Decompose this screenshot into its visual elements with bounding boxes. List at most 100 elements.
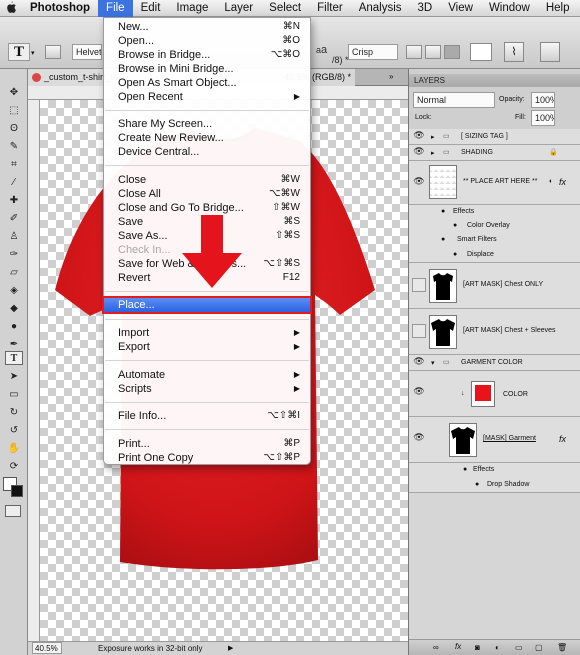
new-group-icon[interactable]: ▭ xyxy=(515,643,523,652)
menu-item-share-screen[interactable]: Share My Screen... xyxy=(104,117,310,131)
effect-row[interactable]: ● Drop Shadow xyxy=(409,477,580,493)
menu-image[interactable]: Image xyxy=(168,0,216,17)
paint-bucket-tool-icon[interactable]: ◈ xyxy=(5,283,23,297)
menu-item-open[interactable]: Open... ⌘O xyxy=(104,34,310,48)
blend-mode-select[interactable]: Normal xyxy=(413,92,495,108)
menu-item-browse-mini-bridge[interactable]: Browse in Mini Bridge... xyxy=(104,62,310,76)
trash-icon[interactable]: 🗑 xyxy=(557,643,567,652)
pen-tool-icon[interactable]: ✒ xyxy=(5,337,23,351)
chevron-down-icon[interactable]: ▾ xyxy=(31,49,35,57)
eye-icon[interactable]: 👁 xyxy=(412,356,426,370)
second-tab-fragment[interactable]: /8) * xyxy=(328,52,408,69)
menu-select[interactable]: Select xyxy=(261,0,309,17)
eye-icon[interactable]: ● xyxy=(475,481,479,488)
eye-icon[interactable]: 👁 xyxy=(412,386,426,400)
menu-item-browse-bridge[interactable]: Browse in Bridge... ⌥⌘O xyxy=(104,48,310,62)
quick-mask-icon[interactable] xyxy=(5,505,21,517)
orientation-toggle-icon[interactable] xyxy=(45,45,61,59)
menu-item-create-review[interactable]: Create New Review... xyxy=(104,131,310,145)
eraser-tool-icon[interactable]: ▱ xyxy=(5,265,23,279)
adjustment-layer-icon[interactable]: ◐ xyxy=(495,643,500,652)
menu-item-place[interactable]: Place... xyxy=(102,296,312,314)
add-mask-icon[interactable]: ◙ xyxy=(475,643,480,652)
menu-window[interactable]: Window xyxy=(481,0,538,17)
eye-icon[interactable]: 👁 xyxy=(412,146,426,160)
clone-stamp-tool-icon[interactable]: ♙ xyxy=(5,229,23,243)
lasso-tool-icon[interactable]: ʘ xyxy=(5,121,23,135)
status-arrow-icon[interactable]: ▶ xyxy=(228,642,233,655)
expand-triangle-icon[interactable]: ▾ xyxy=(431,359,435,367)
menu-filter[interactable]: Filter xyxy=(309,0,351,17)
eye-icon[interactable]: ● xyxy=(441,236,445,243)
menu-item-automate[interactable]: Automate ▶ xyxy=(104,368,310,382)
menu-photoshop[interactable]: Photoshop xyxy=(22,0,98,17)
text-color-swatch[interactable] xyxy=(470,43,492,61)
hand-tool-icon[interactable]: ✋ xyxy=(5,441,23,455)
effects-row[interactable]: ● Effects xyxy=(409,463,580,477)
history-brush-tool-icon[interactable]: ✑ xyxy=(5,247,23,261)
eye-icon[interactable]: ● xyxy=(453,222,457,229)
fx-icon[interactable]: fx xyxy=(559,434,566,444)
menu-item-new[interactable]: New... ⌘N xyxy=(104,20,310,34)
layers-panel-title[interactable]: LAYERS xyxy=(409,74,580,87)
apple-icon[interactable] xyxy=(0,1,22,16)
menu-item-scripts[interactable]: Scripts ▶ xyxy=(104,382,310,396)
menu-item-export[interactable]: Export ▶ xyxy=(104,340,310,354)
character-panel-icon[interactable] xyxy=(540,42,560,62)
eye-icon[interactable]: ● xyxy=(453,251,457,258)
menu-help[interactable]: Help xyxy=(538,0,578,17)
rotate-view-tool-icon[interactable]: ⟳ xyxy=(5,459,23,473)
visibility-box[interactable] xyxy=(412,278,426,292)
eyedropper-tool-icon[interactable]: ⁄ xyxy=(5,175,23,189)
expand-triangle-icon[interactable]: ▸ xyxy=(431,149,435,157)
marquee-tool-icon[interactable]: ⬚ xyxy=(5,103,23,117)
brush-tool-icon[interactable]: ✐ xyxy=(5,211,23,225)
menu-analysis[interactable]: Analysis xyxy=(351,0,410,17)
align-left-icon[interactable] xyxy=(406,45,422,59)
font-family-select[interactable]: Helvetica xyxy=(72,44,102,60)
menu-file[interactable]: File xyxy=(98,0,133,17)
fill-field[interactable]: 100% xyxy=(531,110,555,126)
effects-row[interactable]: ● Effects xyxy=(409,205,580,219)
path-selection-tool-icon[interactable]: ➤ xyxy=(5,369,23,383)
layer-row[interactable]: 👁 ▸ ▭ SHADING 🔒 xyxy=(409,145,580,161)
menu-3d[interactable]: 3D xyxy=(410,0,441,17)
crop-tool-icon[interactable]: ⌗ xyxy=(5,157,23,171)
fx-icon[interactable]: fx xyxy=(559,177,566,187)
healing-brush-tool-icon[interactable]: ✚ xyxy=(5,193,23,207)
3d-orbit-tool-icon[interactable]: ↺ xyxy=(5,423,23,437)
zoom-field[interactable]: 40.5% xyxy=(32,642,62,654)
layer-group-row[interactable]: 👁 ▾ ▭ GARMENT COLOR xyxy=(409,355,580,371)
layer-row[interactable]: 👁 ** PLACE ART HERE ** ◐ fx xyxy=(409,161,580,205)
quick-select-tool-icon[interactable]: ✎ xyxy=(5,139,23,153)
eye-icon[interactable]: 👁 xyxy=(412,432,426,446)
menu-item-close-all[interactable]: Close All ⌥⌘W xyxy=(104,187,310,201)
shape-tool-icon[interactable]: ▭ xyxy=(5,387,23,401)
align-center-icon[interactable] xyxy=(425,45,441,59)
background-color-swatch[interactable] xyxy=(11,485,23,497)
menu-item-open-recent[interactable]: Open Recent ▶ xyxy=(104,90,310,104)
expand-triangle-icon[interactable]: ▸ xyxy=(431,133,435,141)
layer-row[interactable]: [ART MASK] Chest + Sleeves xyxy=(409,309,580,355)
menu-item-file-info[interactable]: File Info... ⌥⇧⌘I xyxy=(104,409,310,423)
visibility-box[interactable] xyxy=(412,324,426,338)
close-tab-icon[interactable] xyxy=(32,73,41,83)
warp-text-icon[interactable]: ⌇ xyxy=(504,42,524,62)
menu-item-close-go-bridge[interactable]: Close and Go To Bridge... ⇧⌘W xyxy=(104,201,310,215)
blur-tool-icon[interactable]: ◆ xyxy=(5,301,23,315)
tab-overflow-icon[interactable]: » xyxy=(389,72,393,81)
type-tool-preset-icon[interactable]: T xyxy=(8,43,30,61)
opacity-field[interactable]: 100% xyxy=(531,92,555,108)
align-right-icon[interactable] xyxy=(444,45,460,59)
eye-icon[interactable]: 👁 xyxy=(412,130,426,144)
menu-item-open-smart-object[interactable]: Open As Smart Object... xyxy=(104,76,310,90)
move-tool-icon[interactable]: ✥ xyxy=(5,85,23,99)
layer-row[interactable]: 👁 ↓ COLOR xyxy=(409,371,580,417)
new-layer-icon[interactable]: ▢ xyxy=(535,643,543,652)
menu-item-print[interactable]: Print... ⌘P xyxy=(104,437,310,451)
layer-row[interactable]: 👁 ▸ ▭ [ SIZING TAG ] xyxy=(409,129,580,145)
effect-row[interactable]: ● Color Overlay xyxy=(409,219,580,233)
dodge-tool-icon[interactable]: ● xyxy=(5,319,23,333)
eye-icon[interactable]: 👁 xyxy=(412,176,426,190)
menu-item-import[interactable]: Import ▶ xyxy=(104,326,310,340)
